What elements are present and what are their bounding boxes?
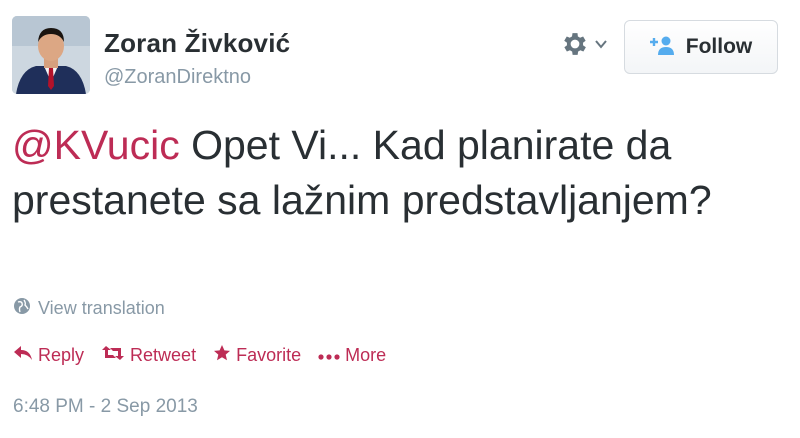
author-username[interactable]: @ZoranDirektno	[104, 63, 290, 91]
tweet-text: @KVucic Opet Vi... Kad planirate da pres…	[12, 118, 788, 228]
reply-action[interactable]: Reply	[13, 345, 84, 366]
star-icon	[213, 344, 231, 367]
retweet-action[interactable]: Retweet	[101, 345, 196, 366]
reply-icon	[13, 345, 33, 366]
tweet-actions: Reply Retweet Favorite More	[13, 344, 403, 367]
globe-icon	[13, 297, 31, 320]
avatar[interactable]	[12, 16, 90, 94]
more-dots-icon	[318, 345, 340, 366]
chevron-down-icon	[594, 37, 608, 56]
follow-button-label: Follow	[685, 35, 753, 58]
view-translation-link[interactable]: View translation	[13, 297, 165, 320]
view-translation-label: View translation	[38, 298, 165, 318]
follow-button[interactable]: Follow	[624, 20, 778, 74]
reply-label: Reply	[38, 345, 85, 365]
more-action[interactable]: More	[318, 345, 386, 366]
tweet-author[interactable]: Zoran Živković @ZoranDirektno	[104, 27, 290, 91]
more-label: More	[345, 345, 387, 365]
profile-photo	[12, 16, 90, 94]
user-actions-dropdown[interactable]	[560, 30, 608, 62]
retweet-label: Retweet	[130, 345, 197, 365]
favorite-label: Favorite	[236, 345, 302, 365]
mention-link[interactable]: @KVucic	[12, 122, 180, 168]
tweet-timestamp[interactable]: 6:48 PM - 2 Sep 2013	[13, 396, 198, 418]
favorite-action[interactable]: Favorite	[213, 344, 301, 367]
retweet-icon	[101, 345, 125, 366]
gear-icon	[560, 29, 590, 64]
follow-person-icon	[649, 35, 676, 60]
author-full-name[interactable]: Zoran Živković	[104, 27, 290, 59]
